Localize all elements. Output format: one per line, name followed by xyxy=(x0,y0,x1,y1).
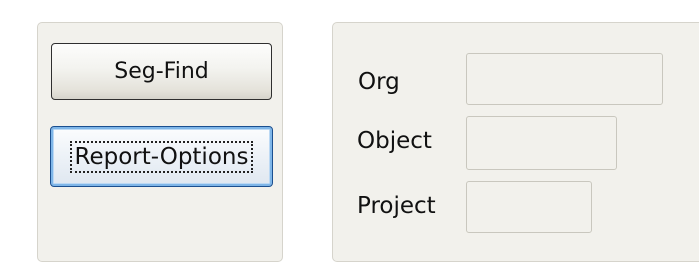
report-options-button[interactable]: Report-Options xyxy=(50,126,273,187)
object-field[interactable] xyxy=(466,116,617,170)
org-field[interactable] xyxy=(466,53,663,105)
project-label: Project xyxy=(357,193,436,219)
project-field[interactable] xyxy=(466,181,592,233)
report-options-button-label: Report-Options xyxy=(69,140,254,173)
seg-find-button-label: Seg-Find xyxy=(114,59,209,84)
object-label: Object xyxy=(357,128,432,154)
org-label: Org xyxy=(358,69,400,95)
seg-find-button[interactable]: Seg-Find xyxy=(51,43,272,100)
